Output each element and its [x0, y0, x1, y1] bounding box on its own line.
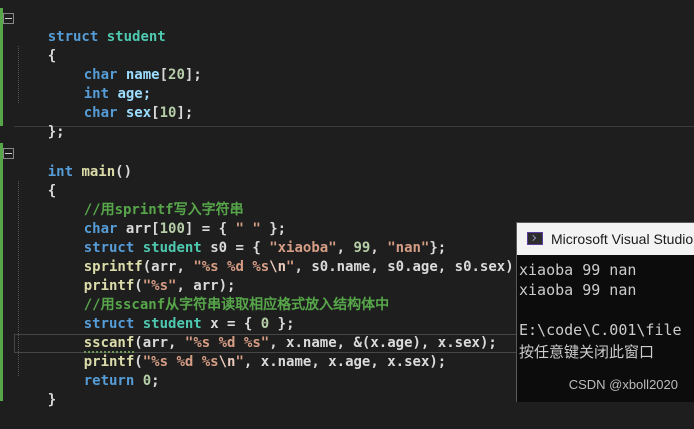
- code-line-15: //用sscanf从字符串读取相应格式放入结构体中: [50, 277, 389, 313]
- punct: ];: [184, 67, 202, 83]
- console-titlebar[interactable]: Microsoft Visual Studio: [517, 223, 694, 255]
- punct: ,: [243, 354, 261, 370]
- console-title: Microsoft Visual Studio: [551, 231, 694, 247]
- keyword: char: [83, 105, 118, 121]
- watermark: CSDN @xboll2020: [568, 377, 678, 392]
- punct: ;: [151, 373, 160, 389]
- punct: .sex);: [471, 259, 523, 275]
- code-line-20: }: [14, 372, 56, 408]
- change-marker: [0, 143, 3, 401]
- brace: }: [47, 392, 57, 408]
- code-line-4: int age;: [50, 66, 151, 102]
- punct: .age,: [404, 259, 455, 275]
- console-output-line: xiaoba 99 nan: [519, 261, 637, 279]
- console-output-line: 按任意键关闭此窗口: [519, 343, 655, 361]
- code-line-18: printf("%s %d %s\n", x.name, x.age, x.se…: [50, 334, 447, 370]
- console-window[interactable]: Microsoft Visual Studio xiaoba 99 nan xi…: [516, 222, 694, 402]
- punct: ];: [176, 105, 194, 121]
- code-line-12: struct student s0 = { "xiaoba", 99, "nan…: [50, 220, 447, 256]
- identifier: s0: [387, 259, 405, 275]
- brace: };: [47, 124, 65, 140]
- code-line-19: return 0;: [50, 353, 160, 389]
- punct: .sex);: [446, 335, 497, 351]
- identifier: s0: [454, 259, 472, 275]
- number: 10: [159, 105, 177, 121]
- code-line-11: char arr[100] = { " " };: [50, 201, 286, 237]
- escape-sequence: \n: [269, 259, 287, 275]
- code-line-5: char sex[10];: [50, 85, 194, 121]
- punct: [: [151, 105, 160, 121]
- string: ": [235, 354, 244, 370]
- code-line-10: //用sprintf写入字符串: [50, 182, 244, 218]
- code-line-2: {: [14, 28, 56, 64]
- identifier: x: [387, 354, 396, 370]
- console-output-line: xiaoba 99 nan: [519, 281, 637, 299]
- field: sex: [125, 105, 152, 121]
- code-line-1: struct student: [14, 9, 166, 45]
- terminal-icon: [527, 232, 543, 245]
- identifier: x: [260, 354, 270, 370]
- code-line-13: sprintf(arr, "%s %d %s\n", s0.name, s0.a…: [50, 239, 522, 275]
- change-marker: [0, 8, 3, 126]
- function-name: main: [81, 164, 116, 180]
- type-name: student: [106, 29, 166, 45]
- punct: (): [115, 164, 133, 180]
- fold-toggle-icon[interactable]: [3, 148, 14, 159]
- number: 20: [168, 67, 185, 83]
- punct: .name,: [328, 259, 388, 275]
- escape-sequence: \n: [218, 354, 236, 370]
- identifier: x: [328, 354, 337, 370]
- code-line-14: printf("%s", arr);: [50, 258, 236, 294]
- code-line-17: sscanf(arr, "%s %d %s", x.name, &(x.age)…: [50, 315, 497, 353]
- code-line-6: };: [14, 104, 65, 140]
- code-line-9: {: [14, 163, 56, 199]
- section-separator: [14, 126, 694, 127]
- identifier: s0: [311, 259, 329, 275]
- code-line-8: int main(): [14, 144, 132, 180]
- fold-toggle-icon[interactable]: [3, 13, 14, 24]
- punct: .name,: [269, 354, 329, 370]
- console-output-line: E:\code\C.001\file: [519, 321, 682, 339]
- punct: .age,: [336, 354, 388, 370]
- punct: [: [159, 67, 169, 83]
- keyword: return: [83, 373, 135, 389]
- code-line-3: char name[20];: [50, 47, 202, 83]
- number: 0: [142, 373, 152, 389]
- punct: ,: [294, 259, 312, 275]
- code-line-16: struct student x = { 0 };: [50, 296, 295, 332]
- punct: .sex);: [395, 354, 447, 370]
